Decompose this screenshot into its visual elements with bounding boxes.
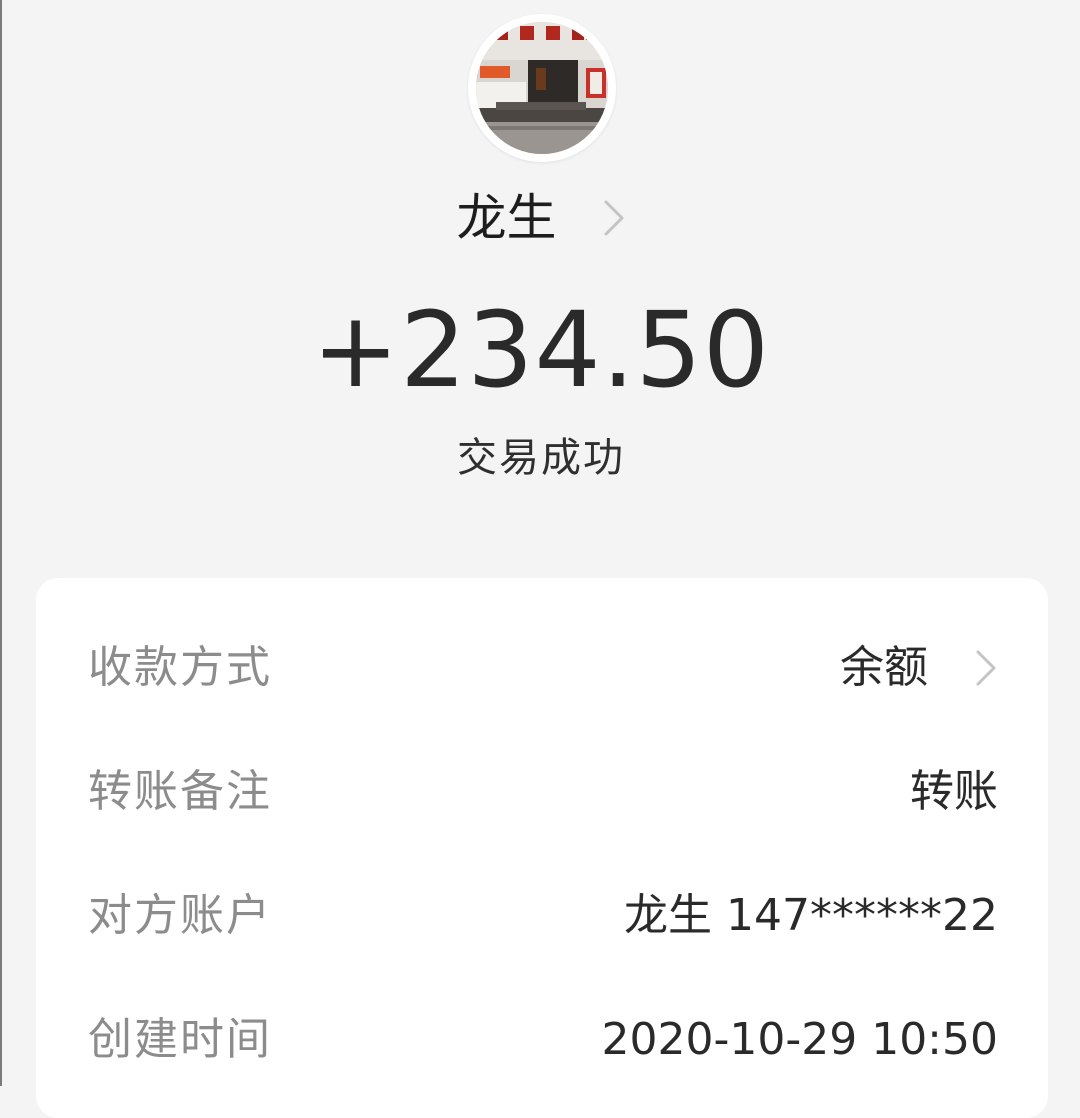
chevron-right-icon	[604, 200, 624, 236]
detail-label: 创建时间	[88, 1014, 272, 1065]
avatar[interactable]	[468, 14, 616, 162]
payer-name-row[interactable]: 龙生	[2, 178, 1080, 258]
chevron-right-icon	[976, 650, 996, 686]
detail-row-counterparty-account: 对方账户 龙生 147******22	[88, 881, 998, 951]
detail-value: 2020-10-29 10:50	[601, 1014, 999, 1065]
detail-value: 余额	[840, 642, 928, 693]
payer-name: 龙生	[456, 189, 557, 247]
detail-label: 转账备注	[88, 766, 272, 817]
detail-value: 龙生 147******22	[624, 890, 998, 941]
transaction-details-card: 收款方式 余额 转账备注 转账 对方账户 龙生 147******22 创建时间…	[36, 578, 1048, 1118]
detail-label: 对方账户	[88, 890, 272, 941]
detail-row-created-time: 创建时间 2020-10-29 10:50	[88, 1005, 998, 1075]
transaction-status: 交易成功	[457, 435, 625, 481]
shop-photo-icon	[476, 22, 608, 154]
detail-row-transfer-note: 转账备注 转账	[88, 757, 998, 827]
detail-value: 转账	[910, 766, 998, 817]
transaction-amount: +234.50	[311, 289, 771, 411]
avatar-image	[476, 22, 608, 154]
detail-label: 收款方式	[88, 642, 272, 693]
detail-row-payment-method[interactable]: 收款方式 余额	[88, 633, 998, 703]
